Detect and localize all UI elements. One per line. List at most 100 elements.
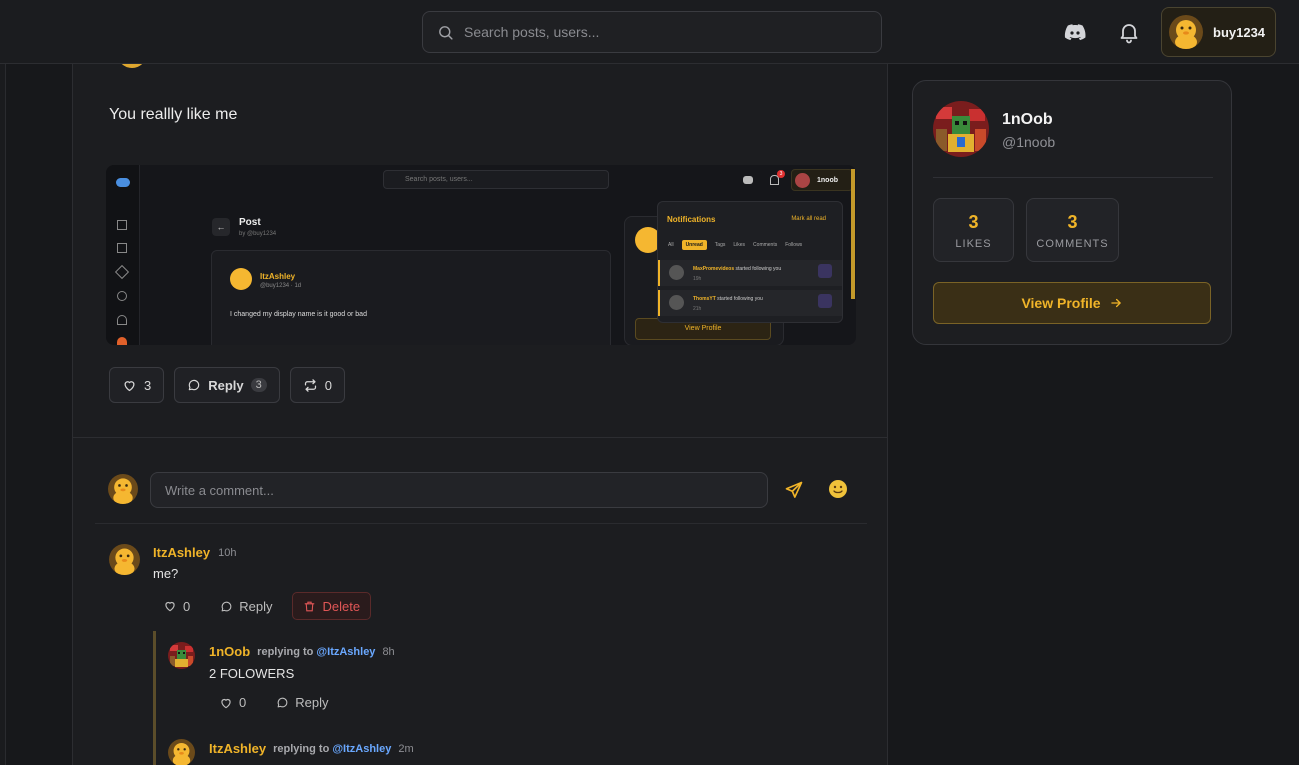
reply-button[interactable]: Reply 3 [174, 367, 280, 403]
reply-like-button[interactable]: 0 [209, 691, 256, 714]
avatar[interactable] [168, 642, 195, 669]
repost-button[interactable]: 0 [289, 367, 345, 403]
comment-delete-button[interactable]: Delete [292, 592, 372, 620]
author-profile-card: 1nOob @1noob 3 LIKES 3 COMMENTS View Pro… [912, 80, 1232, 345]
composer-divider [95, 523, 867, 524]
image-notification-action [818, 294, 832, 308]
comment-composer [108, 471, 858, 511]
post-author-avatar[interactable] [117, 64, 147, 68]
image-tab-active: Unread [681, 240, 707, 250]
likes-count: 3 [968, 212, 979, 232]
likes-label: LIKES [955, 238, 992, 250]
thread-line [153, 731, 156, 765]
comment-actions: 0 Reply Delete [153, 592, 372, 620]
image-notification-time: 21h [693, 306, 702, 312]
back-arrow-icon: ← [212, 218, 230, 236]
comment-input[interactable] [150, 472, 768, 508]
comments-stat: 3 COMMENTS [1026, 198, 1119, 262]
reply-count: 3 [250, 378, 267, 392]
image-search: Search posts, users... [383, 170, 609, 189]
discord-icon[interactable] [1063, 20, 1087, 44]
reply-author[interactable]: ItzAshley [209, 741, 266, 756]
comment-reply-label: Reply [239, 598, 273, 614]
avatar[interactable] [168, 739, 195, 765]
replying-prefix: replying to [273, 742, 330, 755]
avatar [1169, 15, 1203, 49]
heart-icon [165, 601, 175, 612]
discord-icon [743, 176, 753, 184]
view-profile-button[interactable]: View Profile [933, 282, 1211, 324]
reply-like-count: 0 [239, 695, 247, 710]
profile-avatar[interactable] [933, 101, 989, 157]
comment-like-button[interactable]: 0 [153, 595, 200, 618]
arrow-right-icon [1110, 298, 1121, 308]
search-input[interactable] [464, 24, 864, 40]
reply-reply-label: Reply [295, 695, 329, 710]
repost-count: 0 [324, 377, 332, 393]
image-notifications-title: Notifications [667, 215, 716, 224]
add-user-icon [117, 291, 127, 301]
repost-icon [304, 378, 316, 392]
post-image[interactable]: Search posts, users... 3 1noob ← Post by… [106, 165, 856, 345]
image-tab: All [668, 242, 674, 248]
image-sidebar [106, 165, 140, 345]
notification-badge: 3 [777, 170, 785, 178]
image-post-body: I changed my display name is it good or … [230, 311, 367, 318]
send-button[interactable] [784, 480, 804, 500]
cube-icon [114, 264, 130, 280]
image-user-chip: 1noob [791, 169, 853, 191]
avatar [230, 268, 252, 290]
image-notification-time: 19h [693, 276, 702, 282]
likes-stat: 3 LIKES [933, 198, 1014, 262]
image-post-meta: @buy1234 · 1d [260, 283, 302, 289]
avatar[interactable] [109, 544, 140, 575]
trash-icon [305, 601, 315, 611]
image-notification-user: MaxPromevideos [693, 266, 735, 272]
post-text: You reallly like me [109, 106, 238, 123]
reply-label: Reply [208, 377, 244, 393]
view-profile-label: View Profile [1021, 295, 1101, 311]
replying-prefix: replying to [257, 645, 314, 658]
search-icon [439, 25, 453, 40]
like-button[interactable]: 3 [109, 367, 165, 403]
section-divider [73, 437, 887, 438]
bell-icon[interactable] [1117, 20, 1141, 44]
emoji-button[interactable] [829, 480, 847, 498]
comment-icon [188, 379, 200, 391]
image-notification-text: started following you [735, 266, 782, 272]
reply-mention[interactable]: @ItzAshley [332, 743, 391, 755]
comment-reply-button[interactable]: Reply [210, 595, 282, 618]
avatar [108, 474, 138, 504]
comment-delete-label: Delete [322, 598, 361, 614]
smile-icon [833, 485, 843, 494]
bell-icon [117, 315, 127, 325]
like-count: 3 [144, 377, 152, 393]
image-post-author: ItzAshley [260, 272, 296, 281]
profile-handle: @1noob [1002, 134, 1056, 150]
image-notification-user: ThomsYT [693, 296, 716, 302]
comment-body: me? [153, 566, 179, 581]
wiki-icon [117, 243, 127, 253]
avatar [669, 295, 684, 310]
reply-reply-button[interactable]: Reply [266, 691, 338, 714]
avatar [669, 265, 684, 280]
heart-icon [221, 698, 231, 708]
search-box[interactable] [422, 11, 882, 53]
comment-like-count: 0 [183, 598, 191, 614]
comment-author[interactable]: ItzAshley [153, 545, 210, 560]
reply-author[interactable]: 1nOob [209, 644, 250, 659]
user-menu-button[interactable]: buy1234 [1161, 7, 1276, 57]
image-notifications-panel: Notifications Mark all read All Unread T… [657, 201, 843, 323]
reply-mention[interactable]: @ItzAshley [316, 646, 375, 658]
reply-time: 8h [382, 645, 395, 658]
image-search-text: Search posts, users... [405, 176, 473, 183]
image-notification-text: started following you [717, 296, 763, 302]
image-notification-item: ThomsYT started following you 21h [658, 290, 842, 316]
image-post-card: ItzAshley @buy1234 · 1d I changed my dis… [211, 250, 611, 345]
comment-icon [277, 697, 288, 708]
image-tab: Follows [785, 242, 803, 248]
comments-label: COMMENTS [1036, 238, 1109, 250]
post-column: You reallly like me Search posts, users.… [72, 64, 888, 765]
reply-actions: 0 Reply [209, 691, 338, 714]
profile-name: 1nOob [1002, 111, 1053, 128]
